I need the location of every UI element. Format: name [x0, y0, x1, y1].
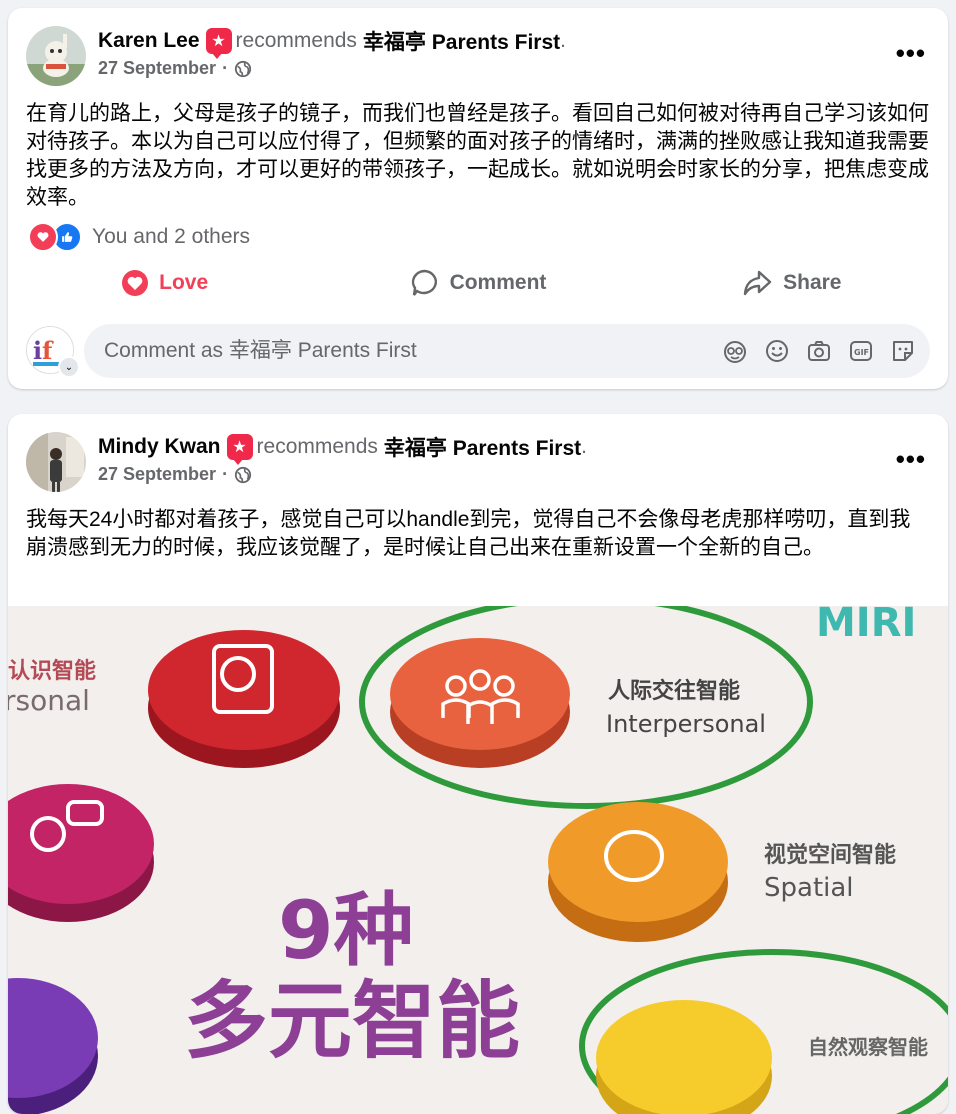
- heart-icon: [28, 222, 58, 252]
- more-options-icon[interactable]: •••: [896, 444, 926, 475]
- interpersonal-en-label: Interpersonal: [606, 710, 766, 738]
- post-date[interactable]: 27 September: [98, 464, 216, 485]
- poster-title-line1: 9种: [278, 884, 414, 977]
- naturalist-cn-label: 自然观察智能: [808, 1035, 928, 1059]
- post-text: 在育儿的路上，父母是孩子的镜子，而我们也曾经是孩子。看回自己如何被对待再自己学习…: [26, 102, 929, 209]
- recommend-verb: recommends: [256, 435, 378, 458]
- more-options-icon[interactable]: •••: [896, 38, 926, 69]
- love-label: Love: [159, 271, 209, 294]
- svg-text:GIF: GIF: [854, 348, 869, 357]
- post-meta: 27 September ·: [98, 464, 252, 485]
- post-card-karen-lee: Karen Lee ★ recommends 幸福亭 Parents First…: [8, 8, 948, 389]
- author-name[interactable]: Mindy Kwan: [98, 435, 221, 459]
- post-header: Mindy Kwan ★ recommends 幸福亭 Parents Firs…: [98, 432, 587, 465]
- header-period: .: [560, 29, 566, 52]
- recommend-badge-icon: ★: [226, 434, 253, 465]
- page-name-link[interactable]: 幸福亭 Parents First: [384, 432, 581, 462]
- recommend-badge-icon: ★: [205, 28, 232, 59]
- globe-icon: [234, 466, 252, 483]
- share-icon: [743, 270, 772, 296]
- gif-icon[interactable]: GIF: [848, 338, 874, 364]
- share-button[interactable]: Share: [635, 258, 948, 308]
- multiple-intelligences-poster: MIRI 认识智能 rsonal 人际交往智能 Interpersonal 视觉…: [8, 606, 948, 1114]
- reactions-text: You and 2 others: [92, 225, 251, 248]
- comment-tools: GIF: [722, 338, 916, 364]
- post-meta: 27 September ·: [98, 58, 252, 79]
- spatial-en-label: Spatial: [764, 873, 854, 903]
- reaction-summary[interactable]: You and 2 others: [28, 222, 250, 252]
- post-card-mindy-kwan: Mindy Kwan ★ recommends 幸福亭 Parents Firs…: [8, 414, 948, 1114]
- comment-button[interactable]: Comment: [321, 258, 634, 308]
- heart-icon: [122, 270, 149, 296]
- interpersonal-cn-label: 人际交往智能: [608, 678, 740, 704]
- poster-title-line2: 多元智能: [184, 972, 520, 1070]
- post-date[interactable]: 27 September: [98, 58, 216, 79]
- page-name-link[interactable]: 幸福亭 Parents First: [363, 26, 560, 56]
- comment-input[interactable]: [102, 338, 722, 364]
- svg-text:i: i: [33, 336, 42, 365]
- comment-icon: [411, 269, 437, 296]
- intrapersonal-en-label: rsonal: [8, 684, 90, 717]
- sticker-icon[interactable]: [890, 338, 916, 364]
- post-text: 我每天24小时都对着孩子，感觉自己可以handle到完，觉得自己不会像母老虎那样…: [26, 508, 911, 559]
- chevron-down-icon[interactable]: ⌄: [58, 356, 80, 378]
- comment-box[interactable]: GIF: [84, 324, 930, 378]
- header-period: .: [581, 435, 587, 458]
- intrapersonal-cn-label: 认识智能: [8, 658, 96, 684]
- love-button[interactable]: Love: [8, 258, 321, 308]
- post-header: Karen Lee ★ recommends 幸福亭 Parents First…: [98, 26, 566, 59]
- meta-separator: ·: [222, 58, 229, 78]
- comment-label: Comment: [449, 271, 547, 294]
- corner-text: MIRI: [816, 606, 916, 646]
- author-avatar[interactable]: [26, 26, 86, 86]
- meta-separator: ·: [222, 464, 229, 484]
- emoji-icon[interactable]: [764, 338, 790, 364]
- recommend-verb: recommends: [235, 29, 357, 52]
- camera-icon[interactable]: [806, 338, 832, 364]
- avatar-sticker-icon[interactable]: [722, 338, 748, 364]
- action-bar: Love Comment Share: [8, 258, 948, 308]
- author-name[interactable]: Karen Lee: [98, 29, 200, 53]
- comment-composer: i f ⌄ Comment as 幸福亭 Parents First GIF: [26, 324, 930, 378]
- author-avatar[interactable]: [26, 432, 86, 492]
- share-label: Share: [783, 271, 842, 294]
- spatial-cn-label: 视觉空间智能: [764, 842, 896, 868]
- globe-icon: [234, 60, 252, 77]
- svg-text:f: f: [42, 336, 54, 365]
- post-image[interactable]: MIRI 认识智能 rsonal 人际交往智能 Interpersonal 视觉…: [8, 606, 948, 1114]
